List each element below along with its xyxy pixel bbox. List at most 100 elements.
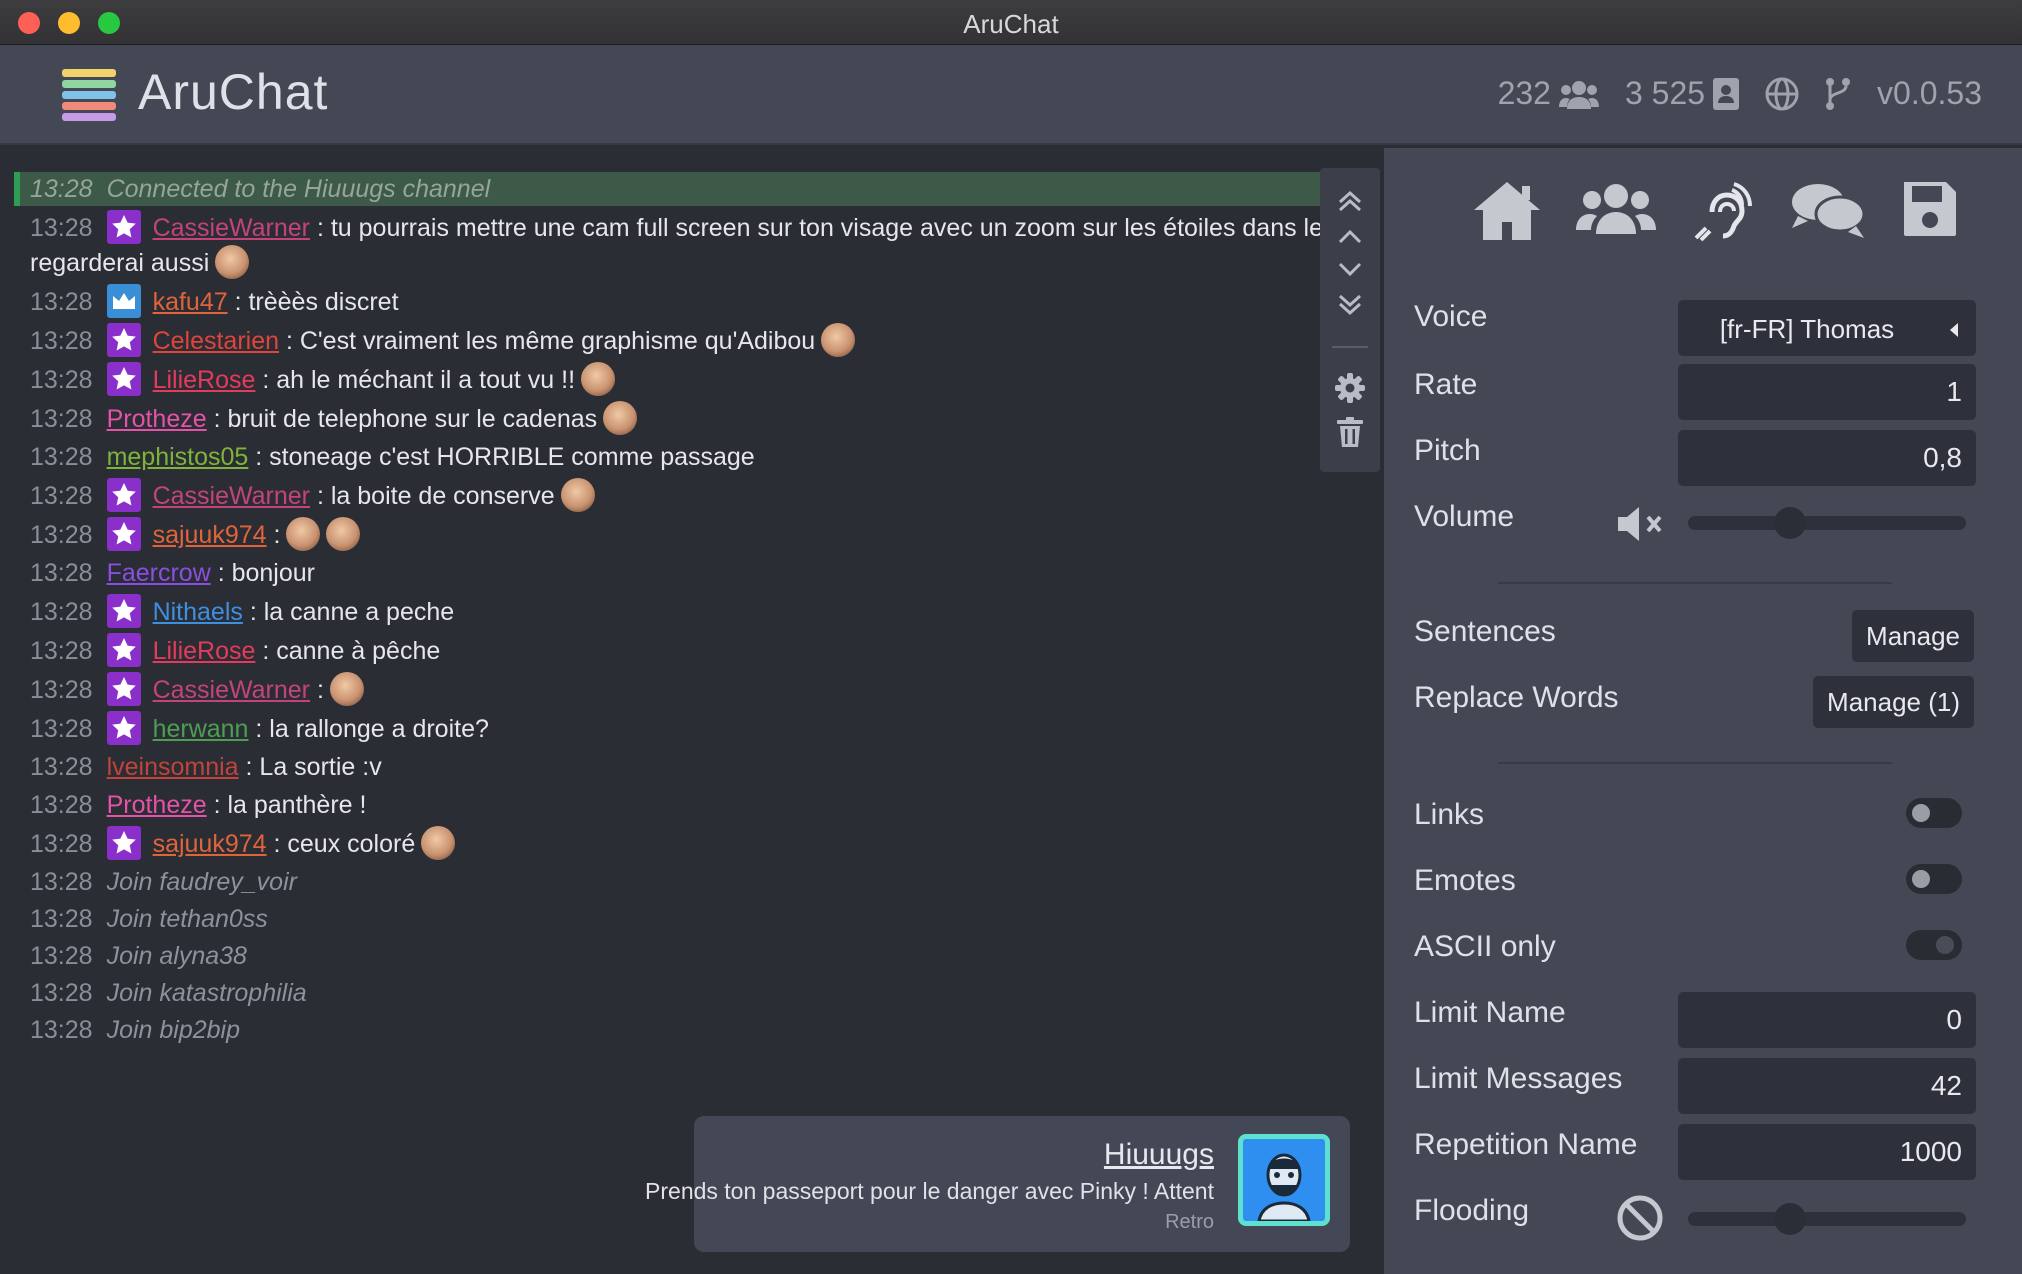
flooding-slider[interactable] xyxy=(1688,1203,1966,1235)
volume-slider[interactable] xyxy=(1688,507,1966,539)
toolbar-divider xyxy=(1332,346,1368,348)
chat-username[interactable]: kafu47 xyxy=(153,288,228,316)
git-branch-icon[interactable] xyxy=(1825,77,1851,111)
stream-notification[interactable]: Hiuuugs Prends ton passeport pour le dan… xyxy=(645,1116,1350,1252)
subscriber-badge xyxy=(106,711,141,745)
app-brand: AruChat xyxy=(138,64,329,120)
subscriber-badge xyxy=(106,478,141,512)
links-label: Links xyxy=(1414,798,1485,831)
voice-select[interactable]: [fr-FR] Thomas xyxy=(1678,300,1976,356)
chat-message-text: : ah le méchant il a tout vu !! xyxy=(255,366,576,394)
chat-username[interactable]: lveinsomnia xyxy=(107,753,239,781)
chat-message-text: : xyxy=(266,521,281,549)
chat-username[interactable]: Celestarien xyxy=(153,327,279,355)
manage-sentences-button[interactable]: Manage xyxy=(1852,610,1974,662)
chat-username[interactable]: herwann xyxy=(153,715,249,743)
flooding-slider-knob[interactable] xyxy=(1774,1203,1807,1235)
chat-message-text: : canne à pêche xyxy=(255,637,441,665)
volume-mute-icon[interactable] xyxy=(1616,504,1668,544)
trash-icon[interactable] xyxy=(1334,416,1366,448)
links-toggle[interactable] xyxy=(1906,798,1962,828)
chat-message-text: : tu pourrais mettre une cam full screen… xyxy=(316,214,1334,242)
globe-icon[interactable] xyxy=(1765,77,1799,111)
subscriber-badge xyxy=(106,672,141,706)
users-icon[interactable] xyxy=(1576,178,1656,242)
message-time: 13:28 xyxy=(30,598,93,626)
gear-icon[interactable] xyxy=(1334,372,1366,404)
manage-replace-words-button[interactable]: Manage (1) xyxy=(1813,676,1974,728)
emotes-toggle[interactable] xyxy=(1906,864,1962,894)
emote-image xyxy=(603,401,638,435)
chat-message-text: : stoneage c'est HORRIBLE comme passage xyxy=(248,443,755,471)
chat-toolbar xyxy=(1320,168,1380,472)
star-icon xyxy=(111,483,136,506)
volume-slider-knob[interactable] xyxy=(1774,507,1807,539)
scroll-bottom-icon[interactable] xyxy=(1334,288,1366,320)
chat-message-row: 13:28 mephistos05 : stoneage c'est HORRIB… xyxy=(14,440,1334,474)
channel-avatar[interactable] xyxy=(1238,1134,1330,1226)
emote-image xyxy=(215,245,250,279)
chat-username[interactable]: mephistos05 xyxy=(107,443,249,471)
chat-message-text: : trèèès discret xyxy=(227,288,399,316)
emote-image xyxy=(421,826,456,860)
chat-message-row: 13:28 CassieWarner : la boite de conserve xyxy=(14,478,1334,513)
rate-label: Rate xyxy=(1414,368,1478,401)
home-icon[interactable] xyxy=(1472,178,1542,242)
chat-username[interactable]: CassieWarner xyxy=(153,214,310,242)
hearing-icon[interactable] xyxy=(1690,178,1756,244)
chat-username[interactable]: Protheze xyxy=(107,405,207,433)
message-time: 13:28 xyxy=(30,443,93,471)
message-time: 13:28 xyxy=(30,366,93,394)
window-titlebar: AruChat xyxy=(0,0,2022,45)
chat-message-text: : C'est vraiment les même graphisme qu'A… xyxy=(279,327,816,355)
pitch-input[interactable]: 0,8 xyxy=(1678,430,1976,486)
save-icon[interactable] xyxy=(1900,178,1960,240)
viewers-stat: 232 xyxy=(1498,75,1599,112)
scroll-top-icon[interactable] xyxy=(1334,186,1366,218)
chat-message-row: 13:28 sajuuk974 : xyxy=(14,517,1334,552)
scroll-up-icon[interactable] xyxy=(1334,220,1366,252)
star-icon xyxy=(111,638,136,661)
chat-username[interactable]: Faercrow xyxy=(107,559,211,587)
join-event-row: 13:28 Join alyna38 xyxy=(14,939,1334,973)
flooding-label: Flooding xyxy=(1414,1194,1530,1227)
chat-username[interactable]: CassieWarner xyxy=(153,482,310,510)
comments-icon[interactable] xyxy=(1790,178,1866,242)
ban-icon[interactable] xyxy=(1616,1194,1664,1242)
ascii-only-toggle[interactable] xyxy=(1906,930,1962,960)
notification-title: Prends ton passeport pour le danger avec… xyxy=(645,1178,1214,1204)
chat-message-row: 13:28 Nithaels : la canne a peche xyxy=(14,594,1334,629)
limit-name-input[interactable]: 0 xyxy=(1678,992,1976,1048)
chat-message-row: 13:28 LilieRose : canne à pêche xyxy=(14,633,1334,668)
message-time: 13:28 xyxy=(30,559,93,587)
repetition-name-input[interactable]: 1000 xyxy=(1678,1124,1976,1180)
chat-message-text: : xyxy=(310,676,324,704)
message-time: 13:28 xyxy=(30,214,93,242)
notification-channel-name[interactable]: Hiuuugs xyxy=(1104,1138,1214,1172)
chat-username[interactable]: sajuuk974 xyxy=(153,830,267,858)
chat-username[interactable]: Protheze xyxy=(107,791,207,819)
emote-image xyxy=(286,517,321,551)
limit-messages-input[interactable]: 42 xyxy=(1678,1058,1976,1114)
section-divider xyxy=(1498,582,1892,584)
chat-message-row: 13:28 sajuuk974 : ceux coloré xyxy=(14,826,1334,861)
join-event-text: Join faudrey_voir xyxy=(106,868,297,896)
scroll-down-icon[interactable] xyxy=(1334,254,1366,286)
chat-username[interactable]: CassieWarner xyxy=(153,676,310,704)
message-time: 13:28 xyxy=(30,830,93,858)
chat-message-text: : La sortie :v xyxy=(238,753,382,781)
chat-username[interactable]: LilieRose xyxy=(153,637,256,665)
chat-username[interactable]: Nithaels xyxy=(153,598,243,626)
message-time: 13:28 xyxy=(30,288,93,316)
rate-input[interactable]: 1 xyxy=(1678,364,1976,420)
join-event-text: Join bip2bip xyxy=(106,1016,240,1044)
chat-username[interactable]: LilieRose xyxy=(153,366,256,394)
chat-username[interactable]: sajuuk974 xyxy=(153,521,267,549)
chat-log[interactable]: 13:28 Connected to the Hiuuugs channel 13:… xyxy=(14,172,1334,1274)
pitch-label: Pitch xyxy=(1414,434,1481,467)
message-time: 13:28 xyxy=(30,482,93,510)
followers-stat: 3 525 xyxy=(1625,75,1740,112)
app-header: AruChat 232 3 525 v0.0.53 xyxy=(0,45,2022,145)
caret-left-icon xyxy=(1950,323,1958,337)
chat-message-row: 13:28 Protheze : la panthère ! xyxy=(14,788,1334,822)
